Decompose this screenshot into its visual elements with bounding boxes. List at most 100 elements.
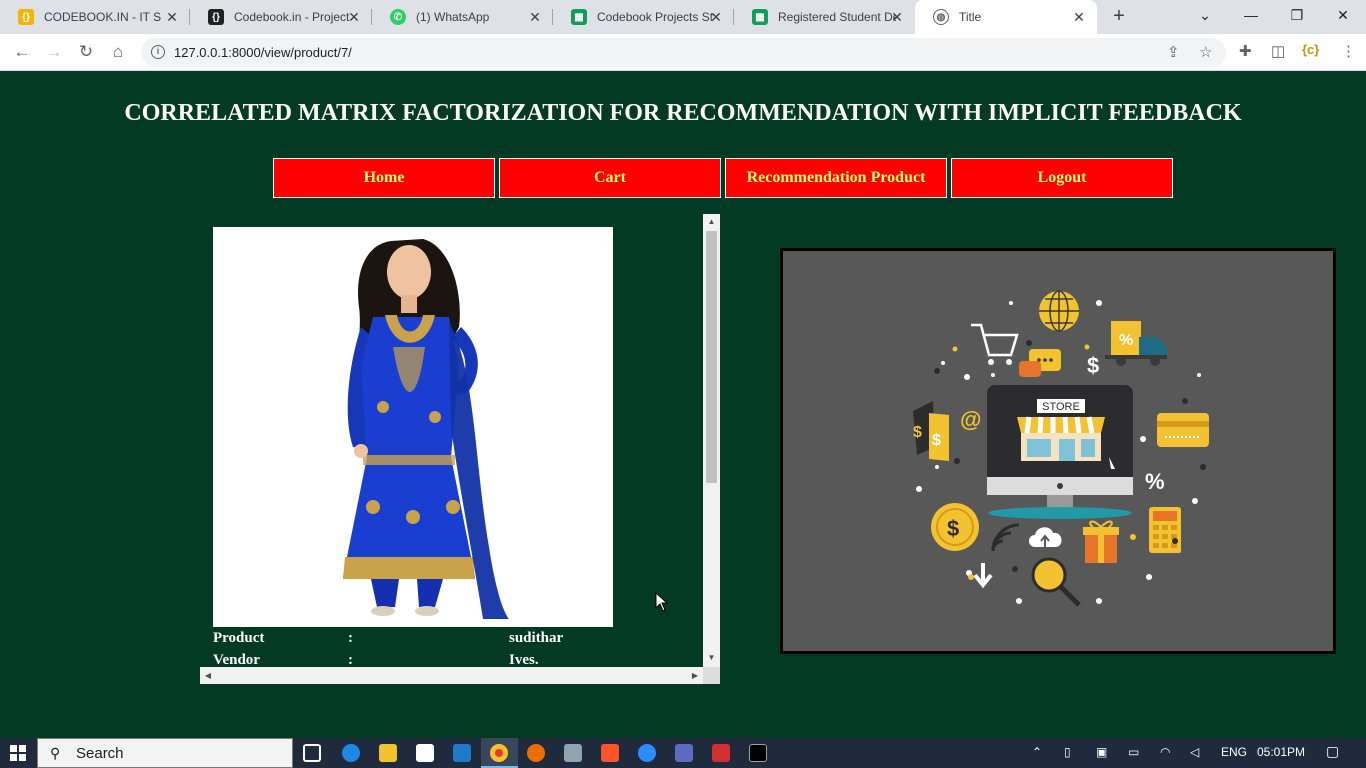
tab-whatsapp[interactable]: ✆ (1) WhatsApp ✕: [372, 0, 553, 34]
sheets-icon: ▦: [571, 9, 587, 25]
pdf-reader-icon[interactable]: [712, 744, 730, 762]
credit-card-icon: [1157, 413, 1209, 447]
dollar-coin-icon: $: [931, 503, 979, 551]
close-icon[interactable]: ✕: [708, 9, 724, 25]
horizontal-scrollbar[interactable]: ◀ ▶: [200, 667, 703, 684]
tab-title-active[interactable]: ◍ Title ✕: [915, 0, 1097, 34]
product-label: Product: [213, 630, 265, 646]
store-app-icon[interactable]: [416, 744, 434, 762]
zoom-icon[interactable]: [638, 744, 656, 762]
product-frame[interactable]: Product : sudithar Vendor : Ives. ▲ ▼ ◀ …: [200, 214, 720, 684]
chevron-up-icon[interactable]: ⌃: [1032, 745, 1042, 759]
close-icon[interactable]: ✕: [1071, 9, 1087, 25]
browser-toolbar: ← → ↻ ⌂ i 127.0.0.1:8000/view/product/7/…: [0, 34, 1366, 71]
forward-arrow-icon[interactable]: →: [42, 40, 66, 64]
mouse-pointer-icon: [655, 592, 669, 612]
tab-registered-students[interactable]: ▦ Registered Student De ✕: [734, 0, 915, 34]
notification-icon[interactable]: ▢: [1326, 743, 1339, 760]
chrome-icon[interactable]: [490, 744, 508, 762]
file-explorer-icon[interactable]: [379, 744, 397, 762]
page-title: CORRELATED MATRIX FACTORIZATION FOR RECO…: [124, 100, 1242, 126]
scroll-down-arrow-icon[interactable]: ▼: [703, 650, 720, 666]
tab-codebook-it[interactable]: {} CODEBOOK.IN - IT SE ✕: [0, 0, 190, 34]
store-sign-text: STORE: [1042, 401, 1080, 413]
back-arrow-icon[interactable]: ←: [10, 40, 34, 64]
wifi-signal-icon: [991, 523, 1020, 552]
scroll-up-arrow-icon[interactable]: ▲: [703, 214, 720, 230]
command-prompt-icon[interactable]: [749, 744, 767, 762]
home-button[interactable]: Home: [273, 158, 495, 198]
monitor-app-icon[interactable]: [675, 744, 693, 762]
battery-icon[interactable]: ▭: [1128, 745, 1139, 759]
kebab-menu-icon[interactable]: ⋮: [1341, 42, 1356, 60]
address-bar[interactable]: i 127.0.0.1:8000/view/product/7/ ⇪ ☆: [141, 38, 1226, 67]
home-icon[interactable]: ⌂: [106, 40, 130, 64]
codebook-extension-icon[interactable]: {c}: [1302, 42, 1319, 57]
new-tab-button[interactable]: +: [1107, 5, 1131, 29]
restore-button[interactable]: ❐: [1274, 0, 1320, 34]
side-panel-icon[interactable]: ◫: [1271, 42, 1285, 60]
scroll-left-arrow-icon[interactable]: ◀: [200, 667, 216, 684]
codebook-icon: {}: [18, 9, 34, 25]
recommendation-product-button[interactable]: Recommendation Product: [725, 158, 947, 198]
percent-icon: %: [1145, 469, 1165, 494]
minimize-button[interactable]: —: [1228, 0, 1274, 34]
close-icon[interactable]: ✕: [889, 9, 905, 25]
extensions-puzzle-icon[interactable]: ✚: [1239, 42, 1252, 60]
device-icon[interactable]: ▯: [1064, 745, 1071, 759]
shopping-cart-icon: [971, 323, 1019, 365]
globe-icon: [1039, 290, 1079, 332]
reload-icon[interactable]: ↻: [74, 40, 98, 64]
tab-label: CODEBOOK.IN - IT SE: [44, 10, 162, 24]
close-icon[interactable]: ✕: [527, 9, 543, 25]
wifi-icon[interactable]: ◠: [1160, 745, 1170, 759]
tab-label: Title: [959, 10, 982, 24]
tab-label: Registered Student De: [778, 10, 896, 24]
online-store-illustration: $ % $ $ @ STORE % $: [780, 248, 1336, 654]
calculator-icon: [1149, 507, 1181, 553]
url-text[interactable]: 127.0.0.1:8000/view/product/7/: [174, 45, 352, 60]
windows-start-icon[interactable]: [10, 745, 26, 761]
svg-text:%: %: [1119, 332, 1133, 349]
vscode-icon[interactable]: [453, 744, 471, 762]
chat-bubble-icon: [1019, 349, 1061, 377]
volume-icon[interactable]: ◁: [1190, 745, 1199, 759]
dollar-sign-icon: $: [1087, 353, 1099, 378]
svg-text:$: $: [932, 432, 941, 449]
site-info-icon[interactable]: i: [151, 45, 165, 59]
scrollbar-corner: [703, 667, 720, 684]
language-indicator[interactable]: ENG: [1221, 745, 1247, 759]
logout-button[interactable]: Logout: [951, 158, 1173, 198]
security-icon[interactable]: ▣: [1096, 745, 1107, 759]
scrollbar-thumb[interactable]: [706, 231, 717, 483]
tab-codebook-project[interactable]: {} Codebook.in - Project ✕: [190, 0, 372, 34]
price-tag-icon: $ $: [913, 401, 949, 461]
clock[interactable]: 05:01PM: [1257, 745, 1305, 759]
windows-taskbar: ⚲ Search ⌃ ▯ ▣ ▭ ◠ ◁ ENG 05:01PM ▢: [0, 738, 1366, 768]
cart-button[interactable]: Cart: [499, 158, 721, 198]
tab-label: Codebook Projects St: [597, 10, 714, 24]
product-image: [213, 227, 613, 627]
scroll-right-arrow-icon[interactable]: ▶: [687, 667, 703, 684]
sheets-icon: ▦: [752, 9, 768, 25]
colon-separator: :: [348, 630, 353, 646]
vertical-scrollbar[interactable]: ▲ ▼: [703, 214, 720, 667]
taskbar-search-box[interactable]: ⚲ Search: [37, 738, 293, 768]
tab-label: (1) WhatsApp: [416, 10, 490, 24]
close-window-button[interactable]: ✕: [1320, 0, 1366, 34]
task-view-icon[interactable]: [303, 744, 321, 762]
brave-browser-icon[interactable]: [601, 744, 619, 762]
tab-search-chevron-icon[interactable]: ⌄: [1182, 0, 1228, 34]
search-tool-icon[interactable]: [527, 744, 545, 762]
image-viewer-icon[interactable]: [564, 744, 582, 762]
close-icon[interactable]: ✕: [164, 9, 180, 25]
share-icon[interactable]: ⇪: [1167, 43, 1180, 61]
edge-browser-icon[interactable]: [342, 744, 360, 762]
tab-codebook-projects-sheet[interactable]: ▦ Codebook Projects St ✕: [553, 0, 734, 34]
bookmark-star-icon[interactable]: ☆: [1199, 43, 1212, 61]
dress-model-illustration: [343, 239, 509, 619]
svg-text:$: $: [947, 516, 959, 541]
at-sign-icon: @: [960, 407, 981, 432]
close-icon[interactable]: ✕: [346, 9, 362, 25]
codebook-icon: {}: [208, 9, 224, 25]
